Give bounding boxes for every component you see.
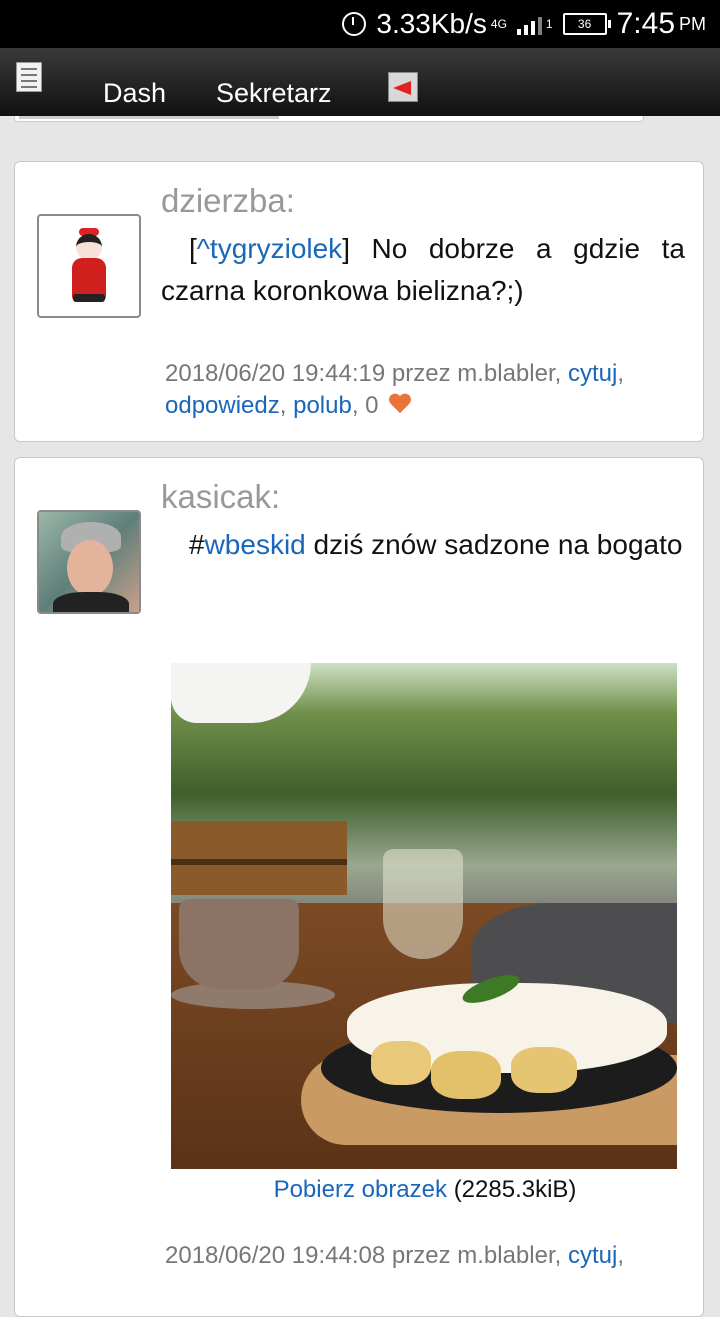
post-timestamp: 2018/06/20 19:44:08 przez m.blabler,	[165, 1242, 562, 1269]
avatar[interactable]	[37, 214, 141, 318]
post-image[interactable]	[171, 663, 677, 1169]
tab-strip	[14, 116, 644, 122]
post-card: kasicak: #wbeskid dziś znów sadzone na b…	[14, 457, 704, 1317]
post-text: #wbeskid dziś znów sadzone na bogato	[189, 529, 683, 560]
post-timestamp: 2018/06/20 19:44:19 przez m.blabler,	[165, 360, 562, 387]
alarm-icon	[342, 12, 367, 36]
battery-level: 36	[577, 17, 592, 31]
clock-ampm: PM	[679, 13, 706, 34]
nav-dash-link[interactable]: Dash	[103, 78, 166, 109]
battery-icon: 36	[562, 13, 611, 35]
hashtag-link[interactable]: wbeskid	[205, 529, 306, 560]
signal-icon	[516, 13, 542, 35]
like-link[interactable]: polub	[293, 392, 352, 419]
reply-link[interactable]: odpowiedz	[165, 392, 280, 419]
post-text: [^tygryziolek] No dobrze a gdzie ta czar…	[161, 233, 685, 306]
download-image-link[interactable]: Pobierz obrazek	[274, 1176, 447, 1203]
mention-link[interactable]: ^tygryziolek	[197, 233, 342, 264]
logout-icon[interactable]	[388, 72, 418, 102]
quote-link[interactable]: cytuj	[568, 360, 617, 387]
image-size: (2285.3kiB)	[453, 1176, 577, 1203]
network-type: 4G	[490, 17, 507, 31]
post-meta: 2018/06/20 19:44:19 przez m.blabler, cyt…	[165, 360, 624, 419]
post-meta: 2018/06/20 19:44:08 przez m.blabler, cyt…	[165, 1242, 624, 1269]
nav-sekretarz-link[interactable]: Sekretarz	[216, 78, 332, 109]
post-card: dzierzba: [^tygryziolek] No dobrze a gdz…	[14, 161, 704, 442]
avatar[interactable]	[37, 510, 141, 614]
top-navbar: Dash Sekretarz	[0, 48, 720, 116]
menu-icon[interactable]	[16, 62, 42, 92]
network-speed: 3.33Kb/s	[376, 8, 487, 39]
clock-time: 7:45	[616, 7, 675, 40]
image-caption: Pobierz obrazek (2285.3kiB)	[165, 1176, 685, 1204]
post-username[interactable]: dzierzba:	[161, 182, 295, 220]
like-count: 0	[365, 392, 379, 419]
heart-icon	[389, 394, 411, 416]
quote-link[interactable]: cytuj	[568, 1242, 617, 1269]
post-username[interactable]: kasicak:	[161, 478, 280, 516]
sim-slot: 1	[545, 17, 553, 31]
status-bar: 3.33Kb/s 4G 1 36 7:45 PM	[0, 0, 720, 48]
